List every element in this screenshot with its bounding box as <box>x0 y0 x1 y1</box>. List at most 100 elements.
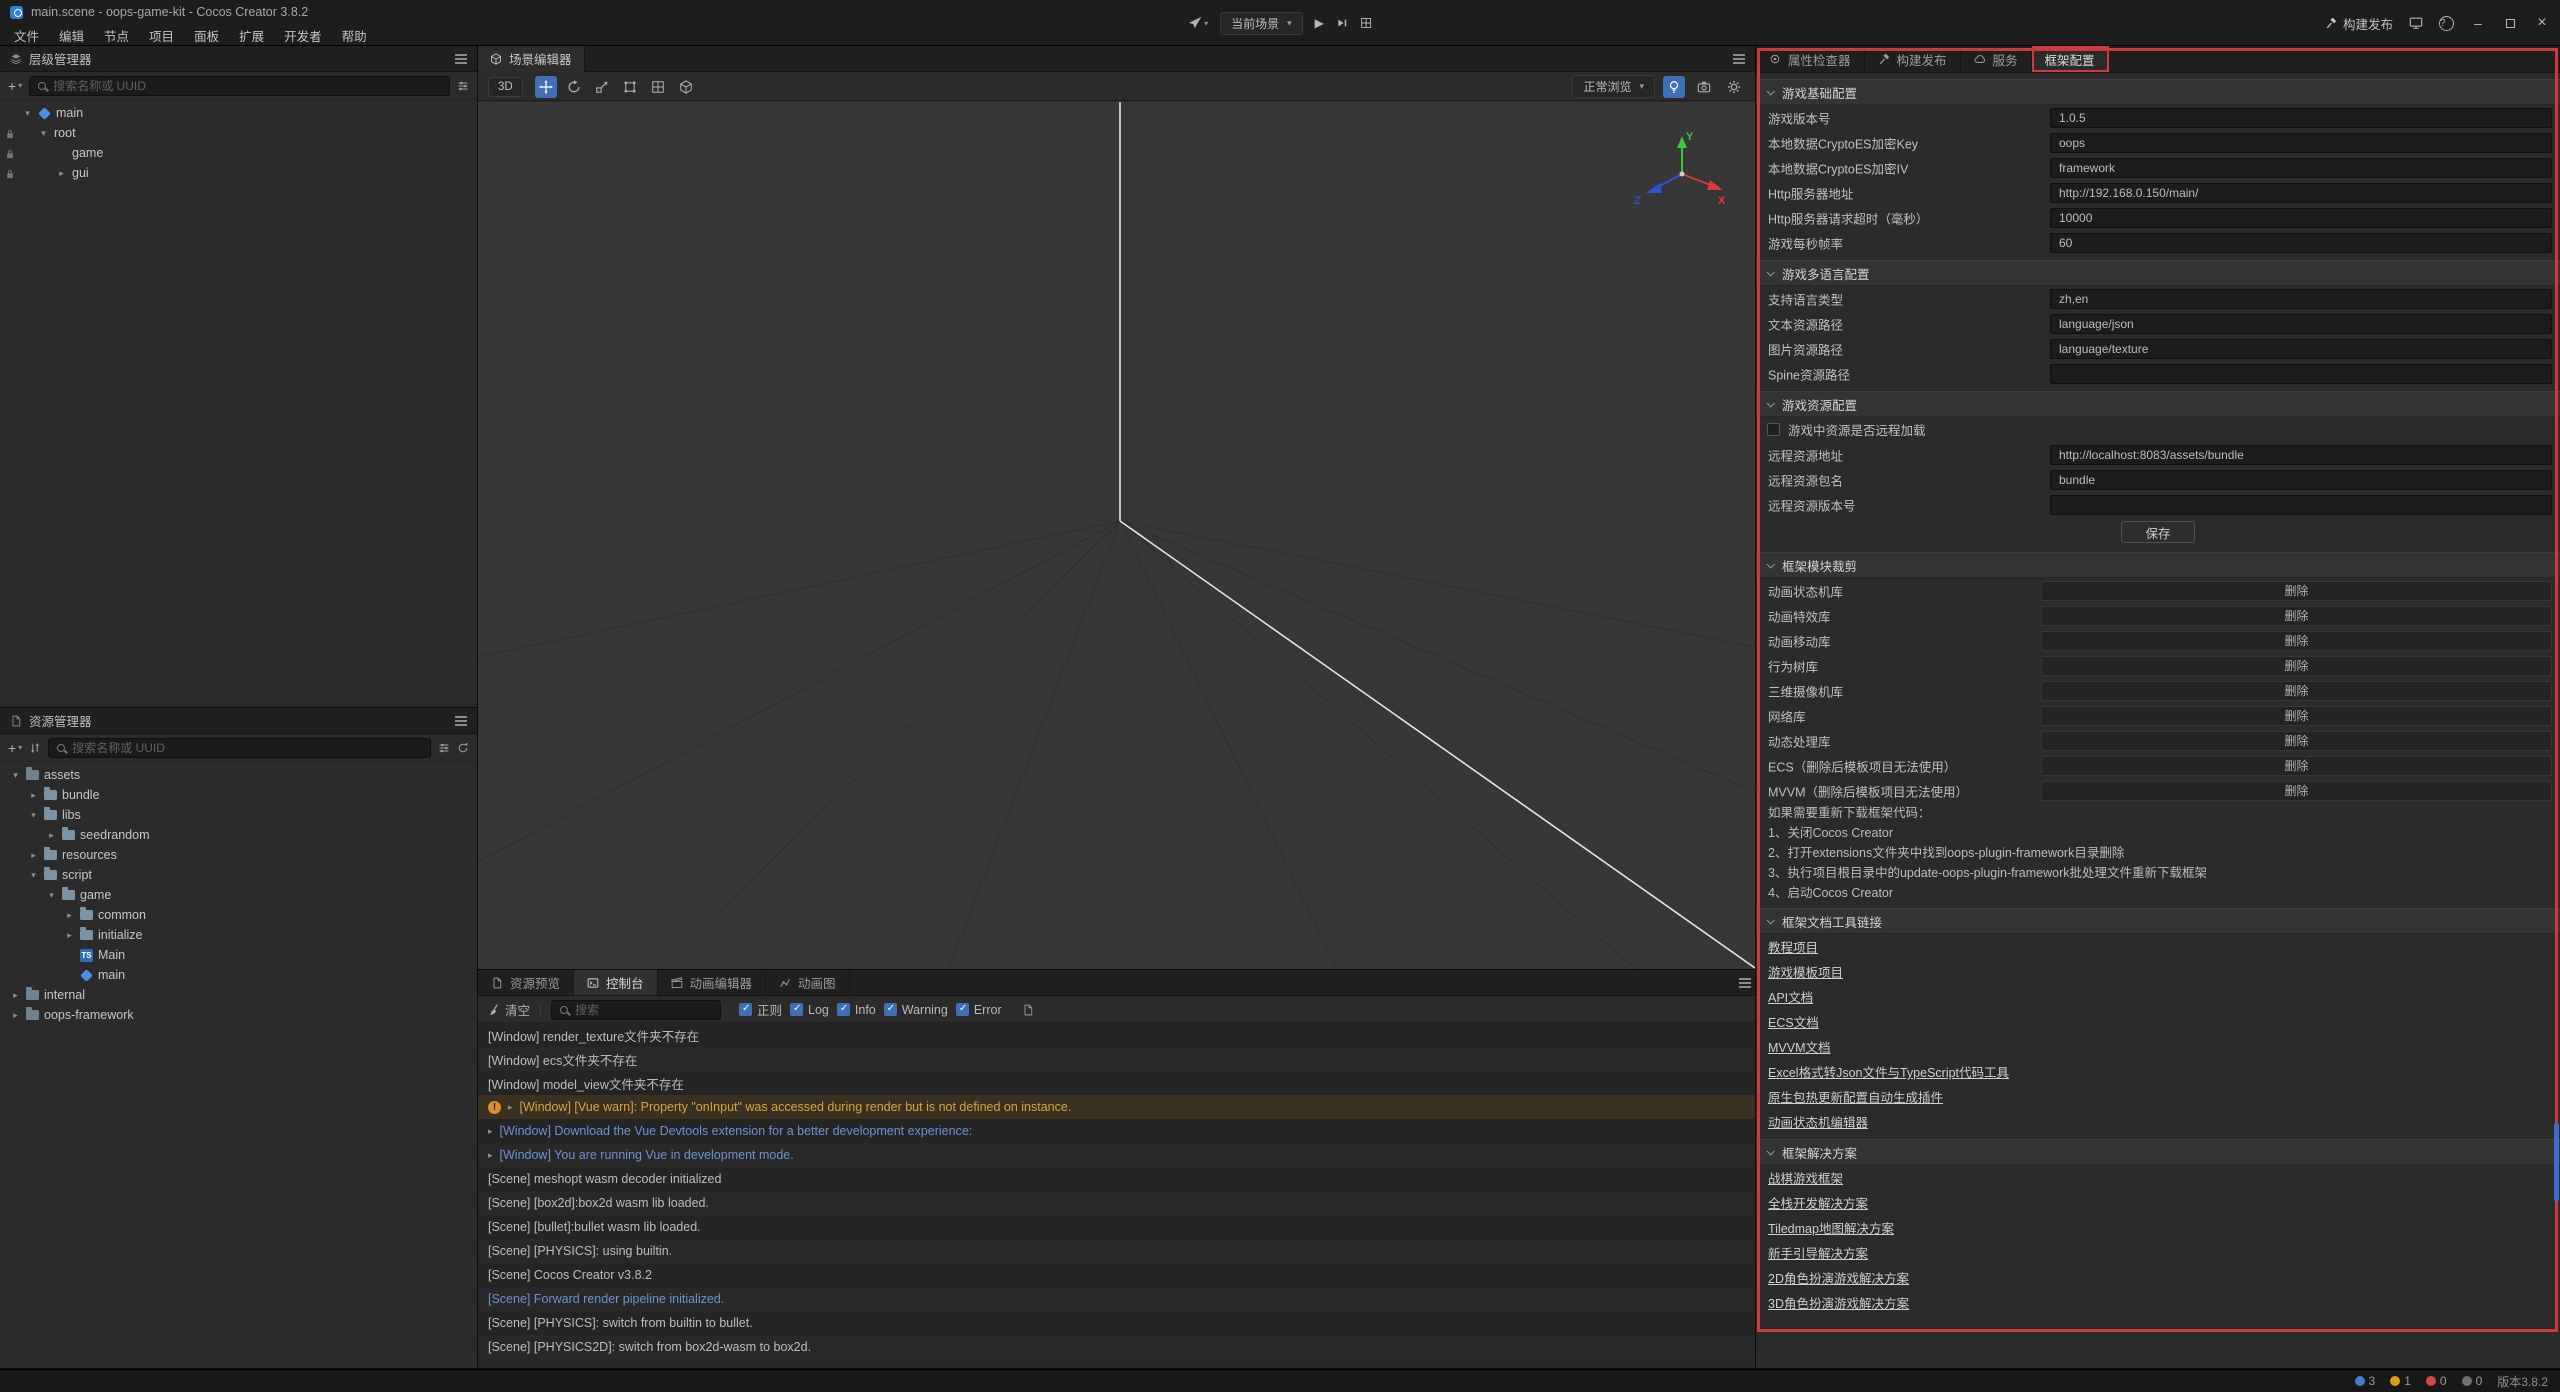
solution-link[interactable]: 全栈开发解决方案 <box>1768 1193 1868 1212</box>
dimension-toggle-button[interactable]: 3D <box>488 77 523 97</box>
doc-link[interactable]: 原生包热更新配置自动生成插件 <box>1768 1087 1943 1106</box>
tab-build-publish[interactable]: 构建发布 <box>1865 46 1961 72</box>
tab-animation-editor[interactable]: 动画编辑器 <box>658 970 767 995</box>
asset-node[interactable]: Main <box>0 945 477 965</box>
hierarchy-search[interactable] <box>29 76 450 96</box>
doc-link[interactable]: API文档 <box>1768 987 1813 1006</box>
asset-node[interactable]: libs <box>0 805 477 825</box>
clear-console-button[interactable]: 清空 <box>488 1000 530 1019</box>
step-button[interactable] <box>1336 17 1348 29</box>
save-button[interactable]: 保存 <box>2121 521 2195 543</box>
panel-menu-icon[interactable] <box>1733 58 1745 60</box>
create-asset-button[interactable] <box>8 740 22 756</box>
doc-link[interactable]: 动画状态机编辑器 <box>1768 1112 1868 1131</box>
expand-arrow-icon[interactable] <box>46 890 57 901</box>
console-log-line[interactable]: [Window] Download the Vue Devtools exten… <box>478 1119 1755 1143</box>
property-input[interactable] <box>2050 289 2552 309</box>
sort-assets-icon[interactable] <box>29 742 41 754</box>
property-input[interactable] <box>2050 133 2552 153</box>
filter-checkbox[interactable] <box>956 1003 969 1016</box>
property-input[interactable] <box>2050 208 2552 228</box>
expand-arrow-icon[interactable] <box>46 830 57 841</box>
hierarchy-node[interactable]: root <box>0 123 477 143</box>
doc-link[interactable]: 教程项目 <box>1768 937 1818 956</box>
console-log-line[interactable]: [Window] ecs文件夹不存在 <box>478 1047 1755 1071</box>
expand-arrow-icon[interactable] <box>28 790 39 801</box>
console-log-line[interactable]: [Scene] [bullet]:bullet wasm lib loaded. <box>478 1215 1755 1239</box>
console-log-line[interactable]: [Window] You are running Vue in developm… <box>478 1143 1755 1167</box>
task-count[interactable]: 0 <box>2462 1374 2483 1388</box>
property-input[interactable] <box>2050 158 2552 178</box>
panel-menu-icon[interactable] <box>455 58 467 60</box>
preview-device-button[interactable] <box>1188 16 1208 30</box>
panel-menu-icon[interactable] <box>1739 982 1751 984</box>
delete-module-button[interactable]: 删除 <box>2041 606 2552 626</box>
asset-node[interactable]: main <box>0 965 477 985</box>
expand-arrow-icon[interactable] <box>10 990 21 1001</box>
error-count[interactable]: 0 <box>2426 1374 2447 1388</box>
solution-link[interactable]: 战棋游戏框架 <box>1768 1168 1843 1187</box>
preview-scene-select[interactable]: 当前场景 <box>1220 12 1303 35</box>
inspector-scrollbar-thumb[interactable] <box>2554 1123 2559 1201</box>
panel-menu-icon[interactable] <box>455 720 467 722</box>
console-search-input[interactable] <box>575 1003 712 1017</box>
section-header[interactable]: 框架解决方案 <box>1756 1139 2560 1165</box>
menu-item[interactable]: 开发者 <box>274 24 332 47</box>
solution-link[interactable]: 3D角色扮演游戏解决方案 <box>1768 1293 1909 1312</box>
property-input[interactable] <box>2050 339 2552 359</box>
solution-link[interactable]: 2D角色扮演游戏解决方案 <box>1768 1268 1909 1287</box>
hierarchy-search-input[interactable] <box>53 79 441 93</box>
close-button[interactable] <box>2534 14 2550 32</box>
doc-link[interactable]: ECS文档 <box>1768 1012 1819 1031</box>
assets-search[interactable] <box>48 738 431 758</box>
console-log-line[interactable]: [Scene] [PHYSICS2D]: switch from box2d-w… <box>478 1335 1755 1359</box>
tab-service[interactable]: 服务 <box>1961 46 2032 72</box>
asset-node[interactable]: game <box>0 885 477 905</box>
log-filter[interactable]: 正则 <box>739 1000 782 1019</box>
create-node-button[interactable] <box>8 78 22 94</box>
rotate-tool-button[interactable] <box>563 76 585 98</box>
maximize-button[interactable] <box>2502 15 2518 31</box>
info-count[interactable]: 3 <box>2355 1374 2376 1388</box>
property-input[interactable] <box>2050 445 2552 465</box>
doc-link[interactable]: MVVM文档 <box>1768 1037 1831 1056</box>
console-log-line[interactable]: [Scene] Forward render pipeline initiali… <box>478 1287 1755 1311</box>
asset-node[interactable]: bundle <box>0 785 477 805</box>
menu-item[interactable]: 节点 <box>94 24 139 47</box>
console-log-line[interactable]: [Scene] meshopt wasm decoder initialized <box>478 1167 1755 1191</box>
tab-inspector[interactable]: 属性检查器 <box>1756 46 1865 72</box>
console-log-line[interactable]: [Window] model_view文件夹不存在 <box>478 1071 1755 1095</box>
delete-module-button[interactable]: 删除 <box>2041 731 2552 751</box>
remote-load-checkbox[interactable] <box>1767 423 1780 436</box>
asset-node[interactable]: script <box>0 865 477 885</box>
console-log-line[interactable]: [Scene] Cocos Creator v3.8.2 <box>478 1263 1755 1287</box>
tab-framework-config[interactable]: 框架配置 <box>2032 46 2109 72</box>
scene-camera-button[interactable] <box>1693 76 1715 98</box>
asset-node[interactable]: common <box>0 905 477 925</box>
console-log-line[interactable]: [Scene] [PHYSICS]: switch from builtin t… <box>478 1311 1755 1335</box>
property-input[interactable] <box>2050 183 2552 203</box>
tab-console[interactable]: 控制台 <box>574 970 658 995</box>
delete-module-button[interactable]: 删除 <box>2041 781 2552 801</box>
property-input[interactable] <box>2050 233 2552 253</box>
layout-button[interactable] <box>1360 17 1372 29</box>
filter-checkbox[interactable] <box>837 1003 850 1016</box>
section-header[interactable]: 框架模块裁剪 <box>1756 552 2560 578</box>
expand-arrow-icon[interactable] <box>38 128 49 139</box>
console-log-line[interactable]: [Window] [Vue warn]: Property "onInput" … <box>478 1095 1755 1119</box>
lock-icon[interactable] <box>5 168 15 178</box>
move-tool-button[interactable] <box>535 76 557 98</box>
hierarchy-node[interactable]: game <box>0 143 477 163</box>
console-log-line[interactable]: [Window] render_texture文件夹不存在 <box>478 1023 1755 1047</box>
lock-icon[interactable] <box>5 128 15 138</box>
property-input[interactable] <box>2050 364 2552 384</box>
scene-viewport[interactable]: Y X Z <box>478 102 1755 969</box>
solution-link[interactable]: 新手引导解决方案 <box>1768 1243 1868 1262</box>
scene-settings-gear-icon[interactable] <box>1723 76 1745 98</box>
hierarchy-filter-icon[interactable] <box>457 80 469 92</box>
log-filter[interactable]: Warning <box>884 1003 948 1017</box>
assets-search-input[interactable] <box>72 741 422 755</box>
expand-arrow-icon[interactable] <box>10 770 21 781</box>
help-icon[interactable]: ? <box>2439 16 2454 31</box>
menu-item[interactable]: 帮助 <box>332 24 377 47</box>
